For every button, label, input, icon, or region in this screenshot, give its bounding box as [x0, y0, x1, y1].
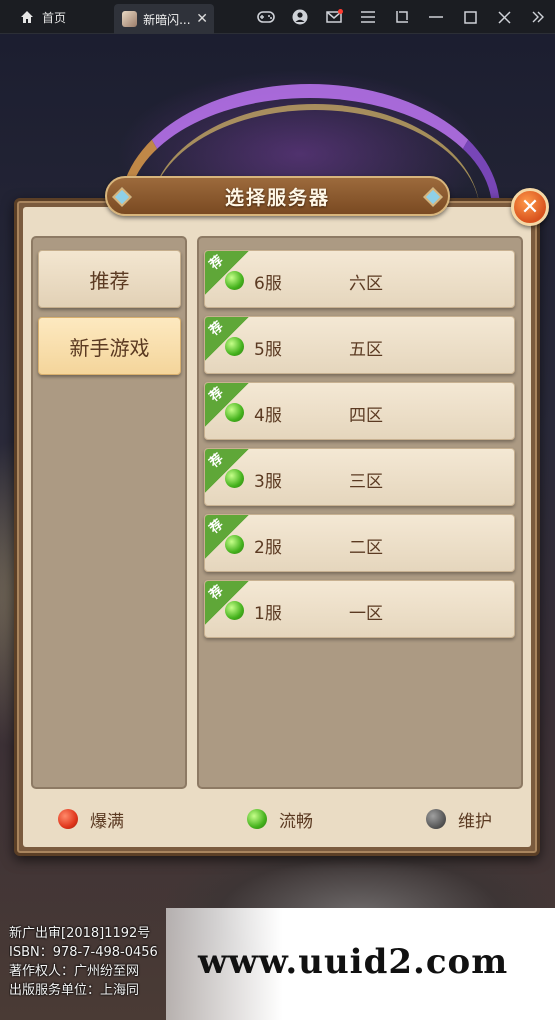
server-row[interactable]: 荐 1服 一区: [204, 580, 515, 638]
collapse-icon[interactable]: [521, 0, 555, 34]
category-recommend-button[interactable]: 推荐: [38, 250, 181, 308]
gamepad-icon[interactable]: [249, 0, 283, 34]
license-line: 出版服务单位：上海同: [9, 983, 140, 998]
server-number: 3服: [254, 472, 282, 492]
tab-home[interactable]: 首页: [0, 0, 110, 34]
status-smooth-icon: [225, 469, 244, 488]
mail-icon[interactable]: [317, 0, 351, 34]
dialog-close-button[interactable]: ✕: [511, 188, 549, 226]
status-full-icon: [58, 809, 78, 829]
status-smooth-icon: [225, 601, 244, 620]
tab-home-label: 首页: [42, 10, 67, 25]
notification-dot: [338, 9, 343, 14]
maximize-icon[interactable]: [453, 0, 487, 34]
gem-right-icon: [423, 187, 443, 207]
window-titlebar: 首页 新暗闪... ✕: [0, 0, 555, 34]
gem-left-icon: [112, 187, 132, 207]
license-line: 新广出审[2018]1192号: [9, 926, 151, 941]
crop-icon[interactable]: [385, 0, 419, 34]
menu-icon[interactable]: [351, 0, 385, 34]
dialog-title: 选择服务器: [224, 186, 330, 209]
close-icon[interactable]: [487, 0, 521, 34]
home-icon: [21, 11, 33, 23]
license-info: 新广出审[2018]1192号 ISBN：978-7-498-0456 著作权人…: [9, 924, 169, 1000]
status-smooth-icon: [225, 271, 244, 290]
server-zone: 五区: [349, 340, 383, 360]
status-maintenance-icon: [426, 809, 446, 829]
legend-label: 爆满: [90, 811, 124, 832]
tab-close-icon[interactable]: ✕: [196, 11, 208, 27]
category-label: 新手游戏: [69, 335, 150, 360]
server-number: 4服: [254, 406, 282, 426]
legend-maintenance: 维护: [426, 805, 492, 833]
category-newbie-button[interactable]: 新手游戏: [38, 317, 181, 375]
category-label: 推荐: [89, 268, 130, 293]
minimize-icon[interactable]: [419, 0, 453, 34]
window-toolbar: [249, 0, 555, 34]
user-icon[interactable]: [283, 0, 317, 34]
server-row[interactable]: 荐 3服 三区: [204, 448, 515, 506]
game-thumbnail-icon: [122, 11, 138, 27]
tab-game[interactable]: 新暗闪... ✕: [114, 4, 214, 34]
status-smooth-icon: [247, 809, 267, 829]
server-number: 6服: [254, 274, 282, 294]
legend-smooth: 流畅: [247, 805, 313, 833]
server-number: 1服: [254, 604, 282, 624]
server-row[interactable]: 荐 6服 六区: [204, 250, 515, 308]
server-zone: 一区: [349, 604, 383, 624]
server-number: 5服: [254, 340, 282, 360]
status-smooth-icon: [225, 403, 244, 422]
server-zone: 二区: [349, 538, 383, 558]
license-line: 著作权人：广州纷至网: [9, 964, 140, 979]
license-line: ISBN：978-7-498-0456: [9, 945, 158, 960]
server-row[interactable]: 荐 5服 五区: [204, 316, 515, 374]
server-row[interactable]: 荐 4服 四区: [204, 382, 515, 440]
status-smooth-icon: [225, 535, 244, 554]
legend-label: 流畅: [279, 811, 313, 832]
server-zone: 三区: [349, 472, 383, 492]
status-smooth-icon: [225, 337, 244, 356]
server-zone: 四区: [349, 406, 383, 426]
server-zone: 六区: [349, 274, 383, 294]
server-row[interactable]: 荐 2服 二区: [204, 514, 515, 572]
legend-label: 维护: [458, 811, 492, 832]
watermark-text: www.uuid2.com: [198, 942, 509, 982]
legend-full: 爆满: [58, 805, 124, 833]
close-x-icon: ✕: [520, 194, 540, 220]
tab-game-label: 新暗闪...: [143, 12, 191, 27]
dialog-title-banner: 选择服务器: [105, 176, 450, 216]
server-number: 2服: [254, 538, 282, 558]
